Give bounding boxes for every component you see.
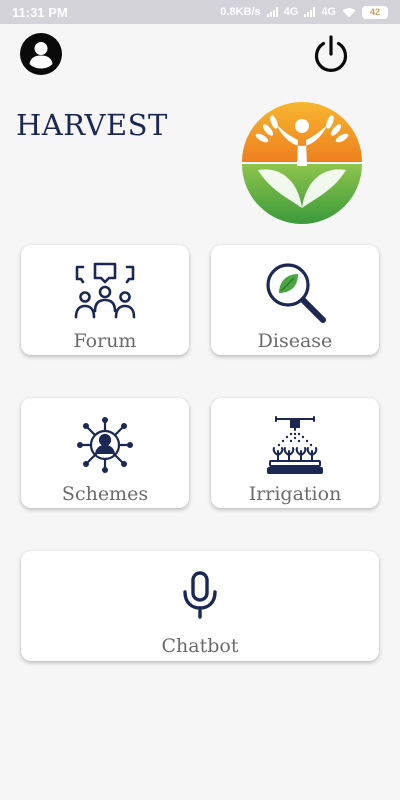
chatbot-card[interactable]: Chatbot — [21, 551, 379, 661]
forum-label: Forum — [73, 330, 137, 352]
irrigation-card[interactable]: Irrigation — [211, 398, 379, 508]
signal-icon — [266, 7, 278, 17]
status-time: 11:31 PM — [12, 4, 68, 20]
sprinkler-plants-icon — [266, 412, 324, 478]
wifi-icon — [342, 7, 356, 17]
network-type-2: 4G — [321, 6, 336, 18]
disease-card[interactable]: Disease — [211, 245, 379, 355]
forum-card[interactable]: Forum — [21, 245, 189, 355]
status-indicators: 0.8KB/s 4G 4G 42 — [220, 5, 388, 19]
leaf-magnifier-icon — [262, 259, 328, 325]
people-chat-icon — [73, 259, 137, 325]
schemes-label: Schemes — [61, 483, 149, 505]
schemes-card[interactable]: Schemes — [21, 398, 189, 508]
person-network-icon — [73, 412, 137, 478]
account-circle-icon[interactable] — [19, 32, 63, 76]
battery-level: 42 — [369, 7, 380, 17]
battery-icon: 42 — [362, 5, 388, 19]
chatbot-label: Chatbot — [161, 635, 239, 657]
harvest-logo — [240, 100, 364, 224]
disease-label: Disease — [257, 330, 333, 352]
status-bar: 11:31 PM 0.8KB/s 4G 4G 42 — [0, 0, 400, 24]
app-title: HARVEST — [16, 108, 168, 142]
microphone-icon — [180, 567, 220, 623]
power-icon[interactable] — [309, 32, 353, 76]
network-type-1: 4G — [283, 6, 299, 18]
signal-icon-2 — [304, 7, 316, 17]
irrigation-label: Irrigation — [248, 483, 342, 505]
network-speed: 0.8KB/s — [220, 6, 261, 18]
